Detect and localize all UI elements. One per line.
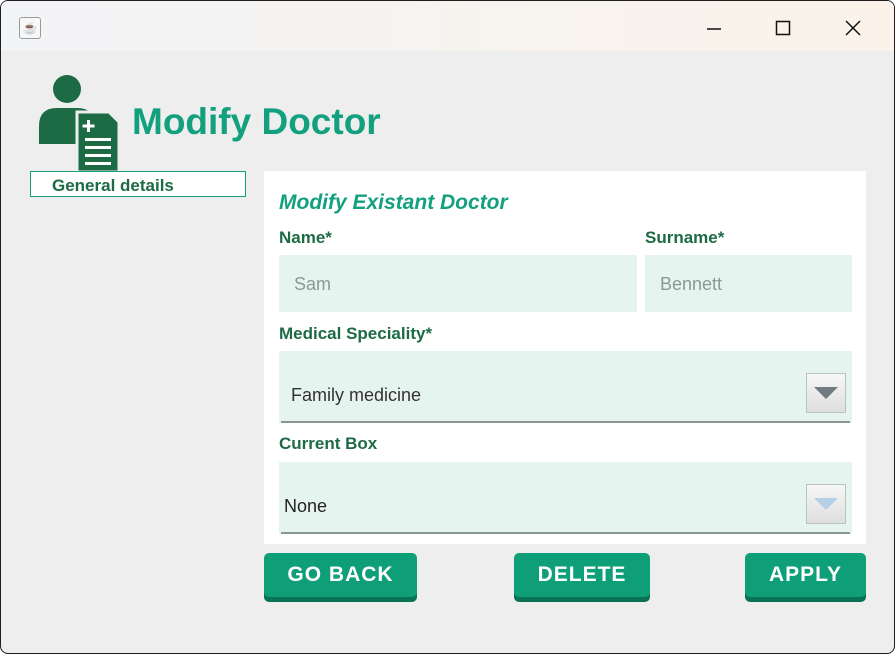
sidebar-item-label: General details [52,176,174,195]
speciality-value: Family medicine [291,385,422,405]
box-value: None [284,496,328,516]
minimize-icon [707,28,721,30]
sidebar-item-general-details[interactable]: General details [30,171,246,197]
surname-placeholder: Bennett [660,274,723,294]
delete-button[interactable]: DELETE [514,553,650,597]
java-icon: ☕ [19,17,41,39]
form-panel: Modify Existant Doctor Name* Surname* Sa… [264,171,866,544]
minimize-button[interactable] [694,13,734,43]
app-window: ☕ Modify Doctor General details Modify E… [0,0,895,654]
chevron-down-icon [814,387,838,399]
name-field[interactable]: Sam [279,255,637,312]
name-label: Name* [279,228,332,247]
title-bar: ☕ [1,1,894,51]
surname-label: Surname* [645,228,725,247]
speciality-select[interactable]: Family medicine [279,351,852,423]
name-placeholder: Sam [294,274,332,294]
go-back-button[interactable]: GO BACK [264,553,417,597]
surname-field[interactable]: Bennett [645,255,852,312]
form-title: Modify Existant Doctor [279,191,508,214]
speciality-underline [281,421,850,423]
page-title: Modify Doctor [132,101,381,142]
apply-button[interactable]: APPLY [745,553,866,597]
maximize-icon [775,20,791,36]
speciality-label: Medical Speciality* [279,324,433,343]
maximize-button[interactable] [763,13,803,43]
doctor-icon [39,75,121,172]
speciality-dropdown-button[interactable] [806,373,846,413]
chevron-down-icon [814,498,838,510]
close-button[interactable] [833,13,873,43]
box-dropdown-button[interactable] [806,484,846,524]
close-icon [845,20,861,36]
box-underline [281,532,850,534]
box-select[interactable]: None [279,462,852,534]
box-label: Current Box [279,434,378,453]
